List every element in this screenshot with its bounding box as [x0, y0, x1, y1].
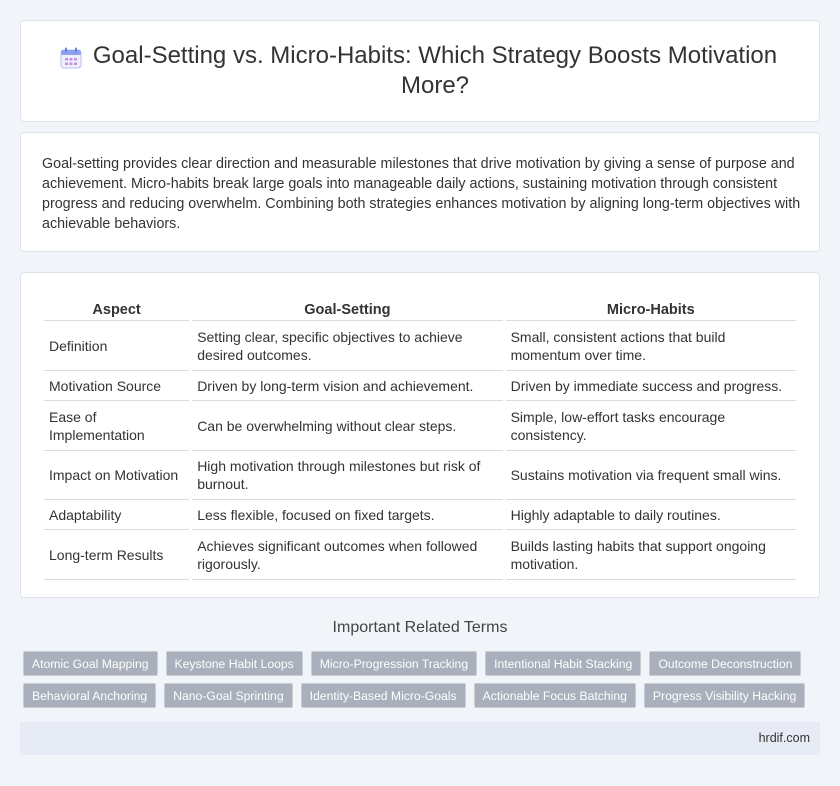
related-term-tag[interactable]: Intentional Habit Stacking	[485, 651, 642, 676]
table-cell-aspect: Impact on Motivation	[44, 451, 190, 500]
table-cell-micro-habits: Simple, low-effort tasks encourage consi…	[505, 401, 796, 451]
related-term-tag[interactable]: Identity-Based Micro-Goals	[300, 683, 466, 708]
intro-card: Goal-setting provides clear direction an…	[20, 132, 820, 252]
page-title: Goal-Setting vs. Micro-Habits: Which Str…	[92, 42, 778, 99]
table-cell-micro-habits: Small, consistent actions that build mom…	[505, 321, 796, 371]
related-term-tag[interactable]: Outcome Deconstruction	[649, 651, 802, 676]
table-cell-aspect: Ease of Implementation	[44, 401, 190, 451]
related-terms-row: Atomic Goal Mapping Keystone Habit Loops…	[23, 651, 823, 676]
table-row: Adaptability Less flexible, focused on f…	[44, 500, 796, 530]
related-term-tag[interactable]: Actionable Focus Batching	[473, 683, 636, 708]
table-row: Ease of Implementation Can be overwhelmi…	[44, 401, 796, 451]
table-header-row: Aspect Goal-Setting Micro-Habits	[44, 293, 796, 321]
table-cell-aspect: Adaptability	[44, 500, 190, 530]
table-cell-goal-setting: Can be overwhelming without clear steps.	[192, 401, 503, 451]
table-cell-aspect: Definition	[44, 321, 190, 371]
table-row: Impact on Motivation High motivation thr…	[44, 451, 796, 500]
table-row: Motivation Source Driven by long-term vi…	[44, 371, 796, 401]
table-cell-goal-setting: Achieves significant outcomes when follo…	[192, 530, 503, 580]
intro-paragraph: Goal-setting provides clear direction an…	[42, 156, 801, 232]
comparison-table: Aspect Goal-Setting Micro-Habits Definit…	[41, 293, 799, 580]
related-term-tag[interactable]: Keystone Habit Loops	[165, 651, 303, 676]
related-terms-row: Behavioral Anchoring Nano-Goal Sprinting…	[23, 683, 823, 708]
footer-bar: hrdif.com	[20, 722, 820, 755]
table-cell-aspect: Long-term Results	[44, 530, 190, 580]
table-cell-goal-setting: Driven by long-term vision and achieveme…	[192, 371, 503, 401]
related-term-tag[interactable]: Atomic Goal Mapping	[23, 651, 158, 676]
table-cell-goal-setting: Less flexible, focused on fixed targets.	[192, 500, 503, 530]
table-cell-micro-habits: Driven by immediate success and progress…	[505, 371, 796, 401]
table-cell-goal-setting: Setting clear, specific objectives to ac…	[192, 321, 503, 371]
related-term-tag[interactable]: Behavioral Anchoring	[23, 683, 157, 708]
table-cell-micro-habits: Sustains motivation via frequent small w…	[505, 451, 796, 500]
header-aspect: Aspect	[44, 293, 190, 321]
related-term-tag[interactable]: Nano-Goal Sprinting	[164, 683, 293, 708]
table-row: Long-term Results Achieves significant o…	[44, 530, 796, 580]
header-goal-setting: Goal-Setting	[192, 293, 503, 321]
footer-site-link[interactable]: hrdif.com	[759, 731, 810, 745]
table-cell-micro-habits: Highly adaptable to daily routines.	[505, 500, 796, 530]
related-term-tag[interactable]: Progress Visibility Hacking	[643, 683, 806, 708]
table-cell-aspect: Motivation Source	[44, 371, 190, 401]
related-term-tag[interactable]: Micro-Progression Tracking	[310, 651, 478, 676]
table-cell-goal-setting: High motivation through milestones but r…	[192, 451, 503, 500]
comparison-card: Aspect Goal-Setting Micro-Habits Definit…	[20, 272, 820, 598]
title-card: Goal-Setting vs. Micro-Habits: Which Str…	[20, 20, 820, 122]
table-cell-micro-habits: Builds lasting habits that support ongoi…	[505, 530, 796, 580]
related-terms-title: Important Related Terms	[332, 619, 508, 636]
header-micro-habits: Micro-Habits	[505, 293, 796, 321]
table-row: Definition Setting clear, specific objec…	[44, 321, 796, 371]
